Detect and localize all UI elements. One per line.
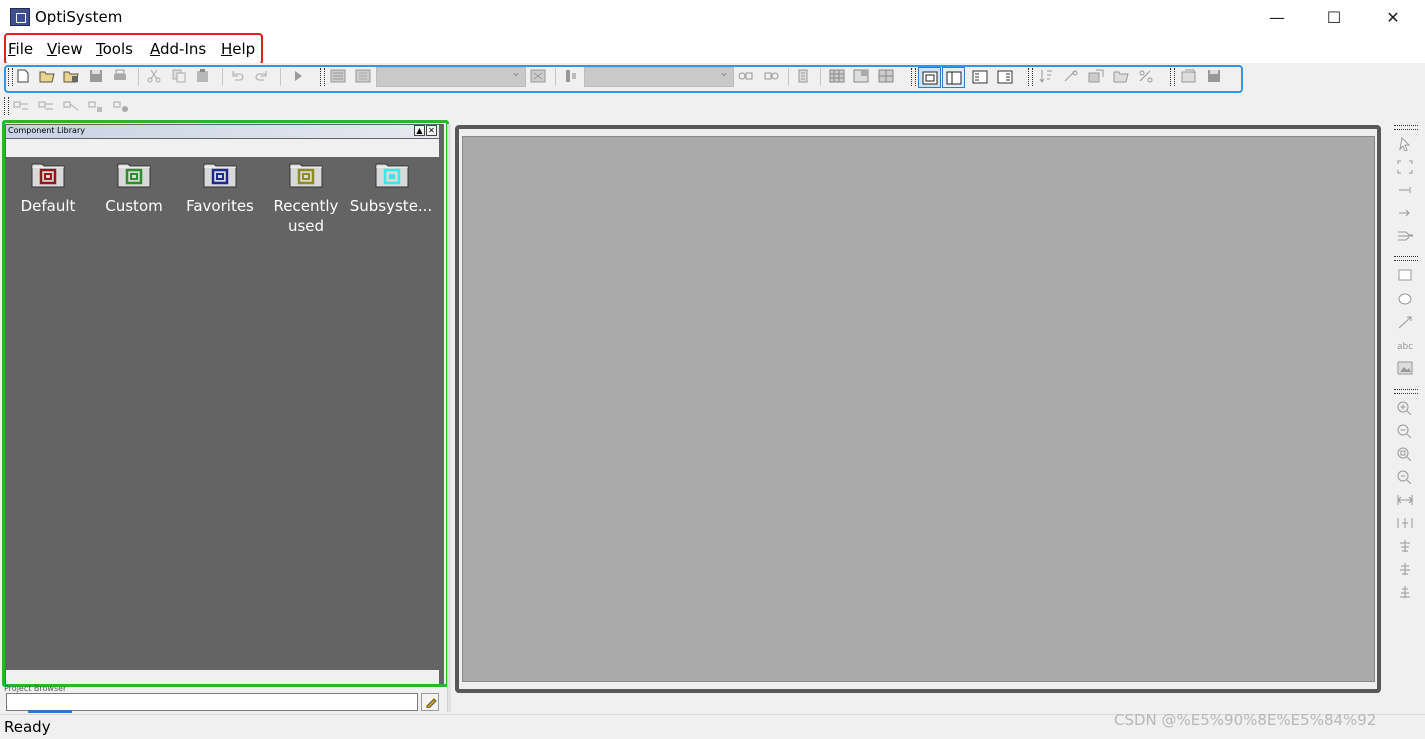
pane-splitter[interactable]: [447, 124, 451, 712]
line-icon[interactable]: [1397, 315, 1413, 329]
zoom-fit-icon[interactable]: [1397, 447, 1413, 461]
app-icon: [10, 8, 30, 26]
layout-canvas[interactable]: [462, 136, 1375, 682]
align-middle-icon[interactable]: [1397, 562, 1413, 576]
zoom-region-icon[interactable]: [1397, 470, 1413, 484]
toolbar-grip[interactable]: [1394, 256, 1418, 261]
project-browser-field[interactable]: [6, 693, 418, 711]
menu-highlight-box: [4, 33, 263, 65]
toolbar-grip[interactable]: [1394, 389, 1418, 394]
title-bar: [0, 0, 1425, 36]
zoom-out-icon[interactable]: [1397, 424, 1413, 438]
parameter-tool-icon[interactable]: [88, 99, 104, 113]
arrow-right-icon[interactable]: [1397, 206, 1413, 220]
help-tool-icon[interactable]: [113, 99, 129, 113]
pointer-icon[interactable]: [1397, 137, 1413, 151]
pencil-icon: [426, 698, 437, 708]
close-button[interactable]: ✕: [1364, 0, 1422, 36]
zoom-in-icon[interactable]: [1397, 401, 1413, 415]
window-title: OptiSystem: [35, 8, 123, 26]
distribute-vertical-icon[interactable]: [1397, 516, 1413, 530]
svg-text:abc: abc: [1397, 342, 1413, 352]
minimize-button[interactable]: —: [1248, 0, 1306, 36]
ellipse-icon[interactable]: [1397, 292, 1413, 306]
text-tool-icon[interactable]: abc: [1397, 338, 1413, 352]
toolbar-grip[interactable]: [4, 97, 9, 115]
toolbar-highlight-box: [4, 65, 1243, 93]
connect-icon[interactable]: [1397, 183, 1413, 197]
link-tool-icon[interactable]: [63, 99, 79, 113]
library-highlight-box: [2, 120, 449, 687]
watermark: CSDN @%E5%90%8E%E5%84%92: [1114, 711, 1377, 729]
component-tool-icon[interactable]: [13, 99, 29, 113]
status-text: Ready: [4, 718, 51, 736]
project-browser-tab[interactable]: [28, 710, 72, 713]
maximize-button[interactable]: ☐: [1305, 0, 1363, 36]
port-tool-icon[interactable]: [38, 99, 54, 113]
project-browser-edit-button[interactable]: [421, 693, 439, 711]
align-bottom-icon[interactable]: [1397, 585, 1413, 599]
bus-connect-icon[interactable]: [1397, 229, 1413, 243]
rectangle-icon[interactable]: [1397, 268, 1413, 282]
image-tool-icon[interactable]: [1397, 361, 1413, 375]
toolbar-grip[interactable]: [1394, 125, 1418, 130]
align-top-icon[interactable]: [1397, 539, 1413, 553]
select-region-icon[interactable]: [1397, 160, 1413, 174]
distribute-horizontal-icon[interactable]: [1397, 493, 1413, 507]
